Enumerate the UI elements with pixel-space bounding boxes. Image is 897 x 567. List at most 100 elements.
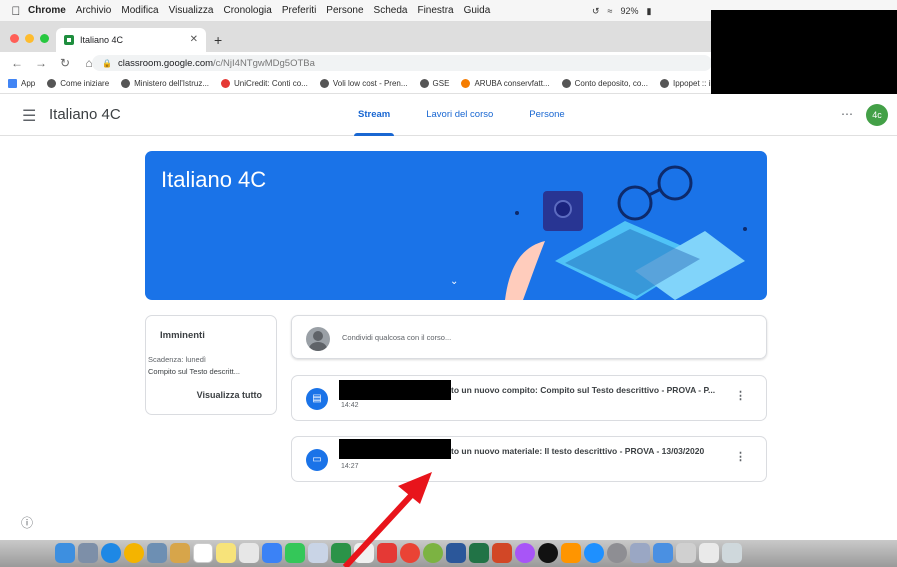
new-tab-icon[interactable]: + xyxy=(214,32,222,48)
close-tab-icon[interactable]: ✕ xyxy=(190,34,198,45)
url-bar[interactable]: 🔒 classroom.google.com/c/NjI4NTgwMDg5OTB… xyxy=(92,55,712,71)
bookmark-label: Ministero dell'Istruz... xyxy=(134,79,210,88)
safari-icon[interactable] xyxy=(101,543,121,563)
tab-persone[interactable]: Persone xyxy=(511,94,582,136)
excel-icon[interactable] xyxy=(469,543,489,563)
scanner-icon[interactable] xyxy=(653,543,673,563)
numbers-icon[interactable] xyxy=(331,543,351,563)
reminders-icon[interactable] xyxy=(239,543,259,563)
finder-icon[interactable] xyxy=(55,543,75,563)
globe-icon xyxy=(319,79,329,88)
browser-tab[interactable]: Italiano 4C ✕ xyxy=(56,28,206,52)
notes-icon[interactable] xyxy=(216,543,236,563)
photos-icon[interactable] xyxy=(308,543,328,563)
user-avatar-icon xyxy=(306,327,330,351)
tab-stream[interactable]: Stream xyxy=(340,94,408,136)
maps-icon[interactable] xyxy=(262,543,282,563)
google-apps-icon[interactable]: ⋯ xyxy=(841,107,853,121)
downloads-icon[interactable] xyxy=(699,543,719,563)
zoom-window-button[interactable] xyxy=(40,34,49,43)
bookmark-apps[interactable]: App xyxy=(8,79,35,88)
classroom-favicon-icon xyxy=(64,35,74,45)
time-machine-icon[interactable]: ↺ xyxy=(592,6,600,17)
menu-finestra[interactable]: Finestra xyxy=(417,5,453,16)
bookmark-item[interactable]: Conto deposito, co... xyxy=(561,79,648,88)
close-window-button[interactable] xyxy=(10,34,19,43)
tab-title: Italiano 4C xyxy=(80,35,124,45)
redaction-box xyxy=(339,380,451,400)
wifi-icon[interactable]: ≈ xyxy=(608,6,613,16)
unicredit-icon xyxy=(221,79,231,88)
more-options-icon[interactable]: ⋮ xyxy=(735,450,746,463)
itunes-icon[interactable] xyxy=(423,543,443,563)
menu-modifica[interactable]: Modifica xyxy=(121,5,158,16)
menu-cronologia[interactable]: Cronologia xyxy=(223,5,271,16)
back-icon[interactable]: ← xyxy=(10,56,24,70)
app-store-icon[interactable] xyxy=(584,543,604,563)
view-all-button[interactable]: Visualizza tutto xyxy=(197,390,262,400)
podcasts-icon[interactable] xyxy=(515,543,535,563)
chrome-icon[interactable] xyxy=(124,543,144,563)
calendar-icon[interactable] xyxy=(193,543,213,563)
launchpad-icon[interactable] xyxy=(78,543,98,563)
menu-guida[interactable]: Guida xyxy=(464,5,491,16)
more-options-icon[interactable]: ⋮ xyxy=(735,389,746,402)
books-icon[interactable] xyxy=(561,543,581,563)
powerpoint-icon[interactable] xyxy=(492,543,512,563)
globe-icon xyxy=(561,79,571,88)
bookmark-item[interactable]: Voli low cost - Pren... xyxy=(319,79,408,88)
bookmark-label: Conto deposito, co... xyxy=(574,79,648,88)
bookmark-label: App xyxy=(21,79,36,88)
forward-icon[interactable]: → xyxy=(34,56,48,70)
help-icon[interactable]: ⓘ xyxy=(21,514,33,531)
course-title[interactable]: Italiano 4C xyxy=(49,106,121,123)
tab-lavori-del-corso[interactable]: Lavori del corso xyxy=(408,94,511,136)
bookmark-item[interactable]: Ministero dell'Istruz... xyxy=(121,79,209,88)
system-preferences-icon[interactable] xyxy=(607,543,627,563)
word-icon[interactable] xyxy=(446,543,466,563)
apple-menu-icon[interactable]:  xyxy=(4,4,28,18)
favorites-icon[interactable] xyxy=(630,543,650,563)
material-icon: ▭ xyxy=(306,449,328,471)
lock-icon[interactable]: 🔒 xyxy=(102,59,112,68)
bookmark-item[interactable]: GSE xyxy=(419,79,449,88)
acrobat-icon[interactable] xyxy=(377,543,397,563)
account-avatar[interactable]: 4c xyxy=(866,104,888,126)
menu-archivio[interactable]: Archivio xyxy=(76,5,112,16)
bookmark-item[interactable]: Come iniziare xyxy=(47,79,109,88)
preview-icon[interactable] xyxy=(147,543,167,563)
minimize-window-button[interactable] xyxy=(25,34,34,43)
textedit-icon[interactable] xyxy=(354,543,374,563)
battery-icon[interactable]: ▮ xyxy=(647,6,652,17)
aruba-icon xyxy=(461,79,471,88)
battery-percent[interactable]: 92% xyxy=(621,6,639,16)
menu-scheda[interactable]: Scheda xyxy=(374,5,408,16)
photo-booth-icon[interactable] xyxy=(400,543,420,563)
globe-icon xyxy=(419,79,429,88)
menu-persone[interactable]: Persone xyxy=(326,5,363,16)
contacts-icon[interactable] xyxy=(170,543,190,563)
globe-icon xyxy=(47,79,57,88)
expand-chevron-icon[interactable]: ⌄ xyxy=(450,276,458,287)
menu-app-chrome[interactable]: Chrome xyxy=(28,5,66,16)
reload-icon[interactable]: ↻ xyxy=(58,56,72,70)
upcoming-item[interactable]: Compito sul Testo descritt... xyxy=(148,367,276,376)
bookmark-item[interactable]: UniCredit: Conti co... xyxy=(221,79,308,88)
messages-icon[interactable] xyxy=(285,543,305,563)
apple-tv-icon[interactable] xyxy=(538,543,558,563)
bookmark-label: Voli low cost - Pren... xyxy=(332,79,408,88)
folder-icon[interactable] xyxy=(676,543,696,563)
url-path: /c/NjI4NTgwMDg5OTBa xyxy=(213,57,315,69)
share-placeholder: Condividi qualcosa con il corso... xyxy=(342,333,452,342)
menu-preferiti[interactable]: Preferiti xyxy=(282,5,316,16)
classroom-header: ☰ Italiano 4C Stream Lavori del corso Pe… xyxy=(0,94,897,136)
url-host: classroom.google.com xyxy=(117,57,214,69)
menu-visualizza[interactable]: Visualizza xyxy=(169,5,214,16)
main-menu-icon[interactable]: ☰ xyxy=(22,106,36,126)
bookmark-label: ARUBA conservfatt... xyxy=(474,79,550,88)
redaction-box xyxy=(339,439,451,459)
share-box[interactable]: Condividi qualcosa con il corso... xyxy=(291,315,767,359)
bookmark-item[interactable]: ARUBA conservfatt... xyxy=(461,79,550,88)
trash-icon[interactable] xyxy=(722,543,742,563)
post-time: 14:42 xyxy=(341,402,359,409)
